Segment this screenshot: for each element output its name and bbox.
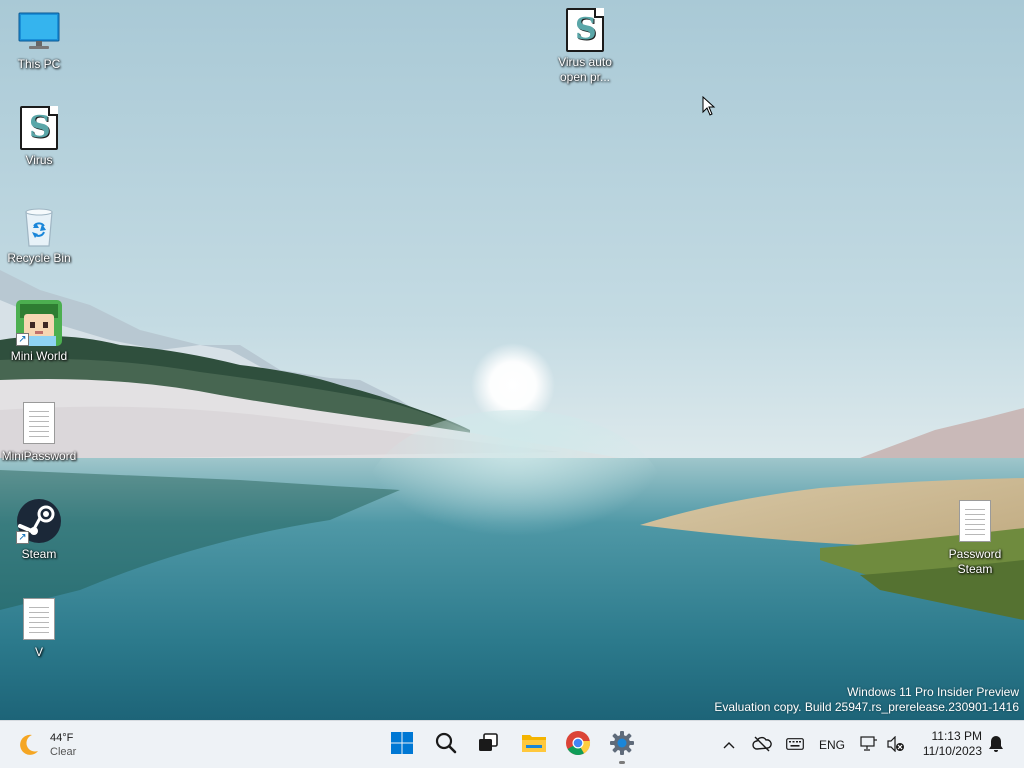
network-disconnected-icon <box>860 735 878 755</box>
folder-icon <box>521 731 547 760</box>
desktop-icon-label: Virus auto open pr... <box>558 55 612 84</box>
volume-button[interactable] <box>884 733 908 757</box>
desktop-icon-label: MiniPassword <box>1 449 77 463</box>
desktop-icon-this-pc[interactable]: This PC <box>0 10 78 72</box>
task-view-button[interactable] <box>468 725 508 765</box>
moon-icon <box>14 731 42 759</box>
keyboard-icon <box>786 737 804 753</box>
steam-icon: ↗ <box>16 498 62 544</box>
windows-logo-icon <box>390 731 414 760</box>
chrome-button[interactable] <box>558 725 598 765</box>
script-file-icon: S <box>563 8 607 52</box>
watermark-build: Evaluation copy. Build 25947.rs_prerelea… <box>714 700 1019 714</box>
search-button[interactable] <box>426 725 466 765</box>
desktop-icon-label: Steam <box>21 547 57 561</box>
weather-widget[interactable]: 44°F Clear <box>14 727 76 763</box>
search-icon <box>434 731 458 760</box>
desktop-icon-label: Recycle Bin <box>7 251 71 265</box>
taskbar: 44°F Clear ENG 11:13 PM 11/10/2023 <box>0 720 1024 768</box>
desktop-icon-label: Password Steam <box>948 547 1002 576</box>
desktop-icon-steam[interactable]: ↗ Steam <box>0 498 78 562</box>
speaker-muted-icon <box>887 735 905 755</box>
onedrive-tray-button[interactable] <box>749 733 775 757</box>
chrome-icon <box>565 730 591 761</box>
clock-date: 11/10/2023 <box>922 744 982 758</box>
text-file-icon <box>17 402 61 446</box>
task-view-icon <box>476 731 500 760</box>
monitor-icon <box>17 10 61 54</box>
cloud-offline-icon <box>752 736 772 755</box>
text-file-icon <box>17 598 61 642</box>
gear-icon <box>609 730 635 761</box>
desktop-icon-virus-auto-open[interactable]: S Virus auto open pr... <box>546 8 624 85</box>
desktop-icon-password-steam[interactable]: Password Steam <box>936 500 1014 577</box>
shortcut-arrow-icon: ↗ <box>16 333 29 346</box>
input-language-button[interactable]: ENG <box>814 733 850 757</box>
shortcut-arrow-icon: ↗ <box>16 531 29 544</box>
desktop-icon-label: Mini World <box>10 349 68 363</box>
clock-time: 11:13 PM <box>931 729 982 743</box>
settings-button[interactable] <box>602 725 642 765</box>
mini-world-app-icon: ↗ <box>16 300 62 346</box>
desktop-wallpaper <box>0 0 1024 720</box>
desktop-icon-minipassword[interactable]: MiniPassword <box>0 402 78 464</box>
text-file-icon <box>953 500 997 544</box>
desktop-icon-mini-world[interactable]: ↗ Mini World <box>0 300 78 364</box>
watermark-edition: Windows 11 Pro Insider Preview <box>847 685 1019 699</box>
desktop-icon-label: This PC <box>17 57 61 71</box>
file-explorer-button[interactable] <box>514 725 554 765</box>
recycle-bin-icon <box>17 204 61 248</box>
weather-temperature: 44°F <box>50 732 74 744</box>
start-button[interactable] <box>382 725 422 765</box>
show-hidden-icons-button[interactable] <box>718 733 740 757</box>
desktop-icon-label: V <box>34 645 43 659</box>
desktop-icon-v[interactable]: V <box>0 598 78 660</box>
desktop-icon-recycle-bin[interactable]: Recycle Bin <box>0 204 78 266</box>
notifications-button[interactable] <box>984 733 1008 757</box>
desktop-icon-virus[interactable]: S Virus <box>0 106 78 168</box>
bell-icon <box>988 735 1004 756</box>
weather-condition: Clear <box>50 746 77 758</box>
chevron-up-icon <box>723 738 735 752</box>
desktop-icon-label: Virus <box>25 153 53 167</box>
script-file-icon: S <box>17 106 61 150</box>
clock[interactable]: 11:13 PM 11/10/2023 <box>923 729 982 759</box>
evaluation-watermark: Windows 11 Pro Insider Preview Evaluatio… <box>714 685 1019 715</box>
touch-keyboard-button[interactable] <box>782 733 808 757</box>
network-button[interactable] <box>858 733 880 757</box>
mouse-cursor-icon <box>702 95 716 121</box>
